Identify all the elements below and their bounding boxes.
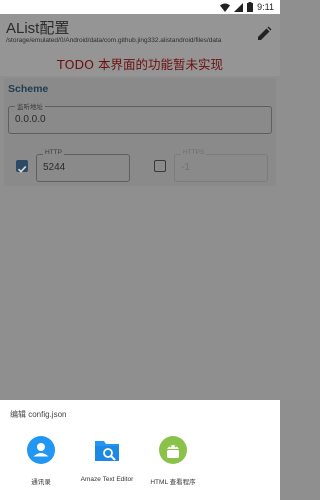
https-port-value: -1: [181, 162, 190, 173]
main-content: Scheme 监听地址 0.0.0.0 HTTP 5244 HTTPS -1: [0, 76, 280, 400]
open-with-sheet: 编辑 config.json 通讯录 Amaze Text Editor HTM…: [0, 400, 280, 500]
status-time: 9:11: [257, 2, 274, 12]
app-label-amaze-text-editor: Amaze Text Editor: [80, 476, 134, 483]
http-checkbox[interactable]: [16, 160, 28, 173]
scheme-title: Scheme: [8, 83, 49, 95]
contacts-icon: [27, 436, 55, 464]
https-port-field[interactable]: HTTPS -1: [174, 149, 268, 182]
http-port-label: HTTP: [43, 149, 64, 156]
app-option-html-viewer[interactable]: HTML 查看程序: [138, 436, 208, 486]
todo-notice: TODO 本界面的功能暂未实现: [57, 57, 223, 72]
listen-address-label: 监听地址: [15, 101, 45, 111]
app-option-contacts[interactable]: 通讯录: [6, 436, 76, 486]
listen-address-field[interactable]: 监听地址 0.0.0.0: [8, 101, 272, 134]
app-header: AList配置 /storage/emulated/0/Android/data…: [0, 14, 280, 76]
http-port-value: 5244: [43, 162, 66, 173]
scheme-card: Scheme 监听地址 0.0.0.0 HTTP 5244 HTTPS -1: [4, 78, 276, 186]
status-icons: 9:11: [220, 2, 274, 12]
check-icon: [17, 165, 27, 173]
app-option-amaze-text-editor[interactable]: Amaze Text Editor: [72, 436, 142, 483]
https-port-label: HTTPS: [181, 149, 207, 156]
app-label-html-viewer: HTML 查看程序: [150, 479, 196, 486]
listen-address-value: 0.0.0.0: [15, 114, 46, 125]
page-title: AList配置: [6, 20, 70, 37]
battery-icon: [247, 2, 254, 12]
config-path: /storage/emulated/0/Android/data/com.git…: [6, 37, 222, 44]
text-editor-icon: [95, 441, 119, 461]
https-checkbox[interactable]: [154, 160, 166, 172]
sheet-title: 编辑 config.json: [10, 410, 67, 419]
status-bar: 9:11: [0, 0, 280, 14]
edit-icon[interactable]: [256, 26, 272, 42]
http-port-field[interactable]: HTTP 5244: [36, 149, 130, 182]
app-label-contacts: 通讯录: [31, 479, 51, 486]
signal-icon: [234, 2, 244, 12]
android-icon: [159, 436, 187, 464]
wifi-icon: [220, 3, 231, 12]
